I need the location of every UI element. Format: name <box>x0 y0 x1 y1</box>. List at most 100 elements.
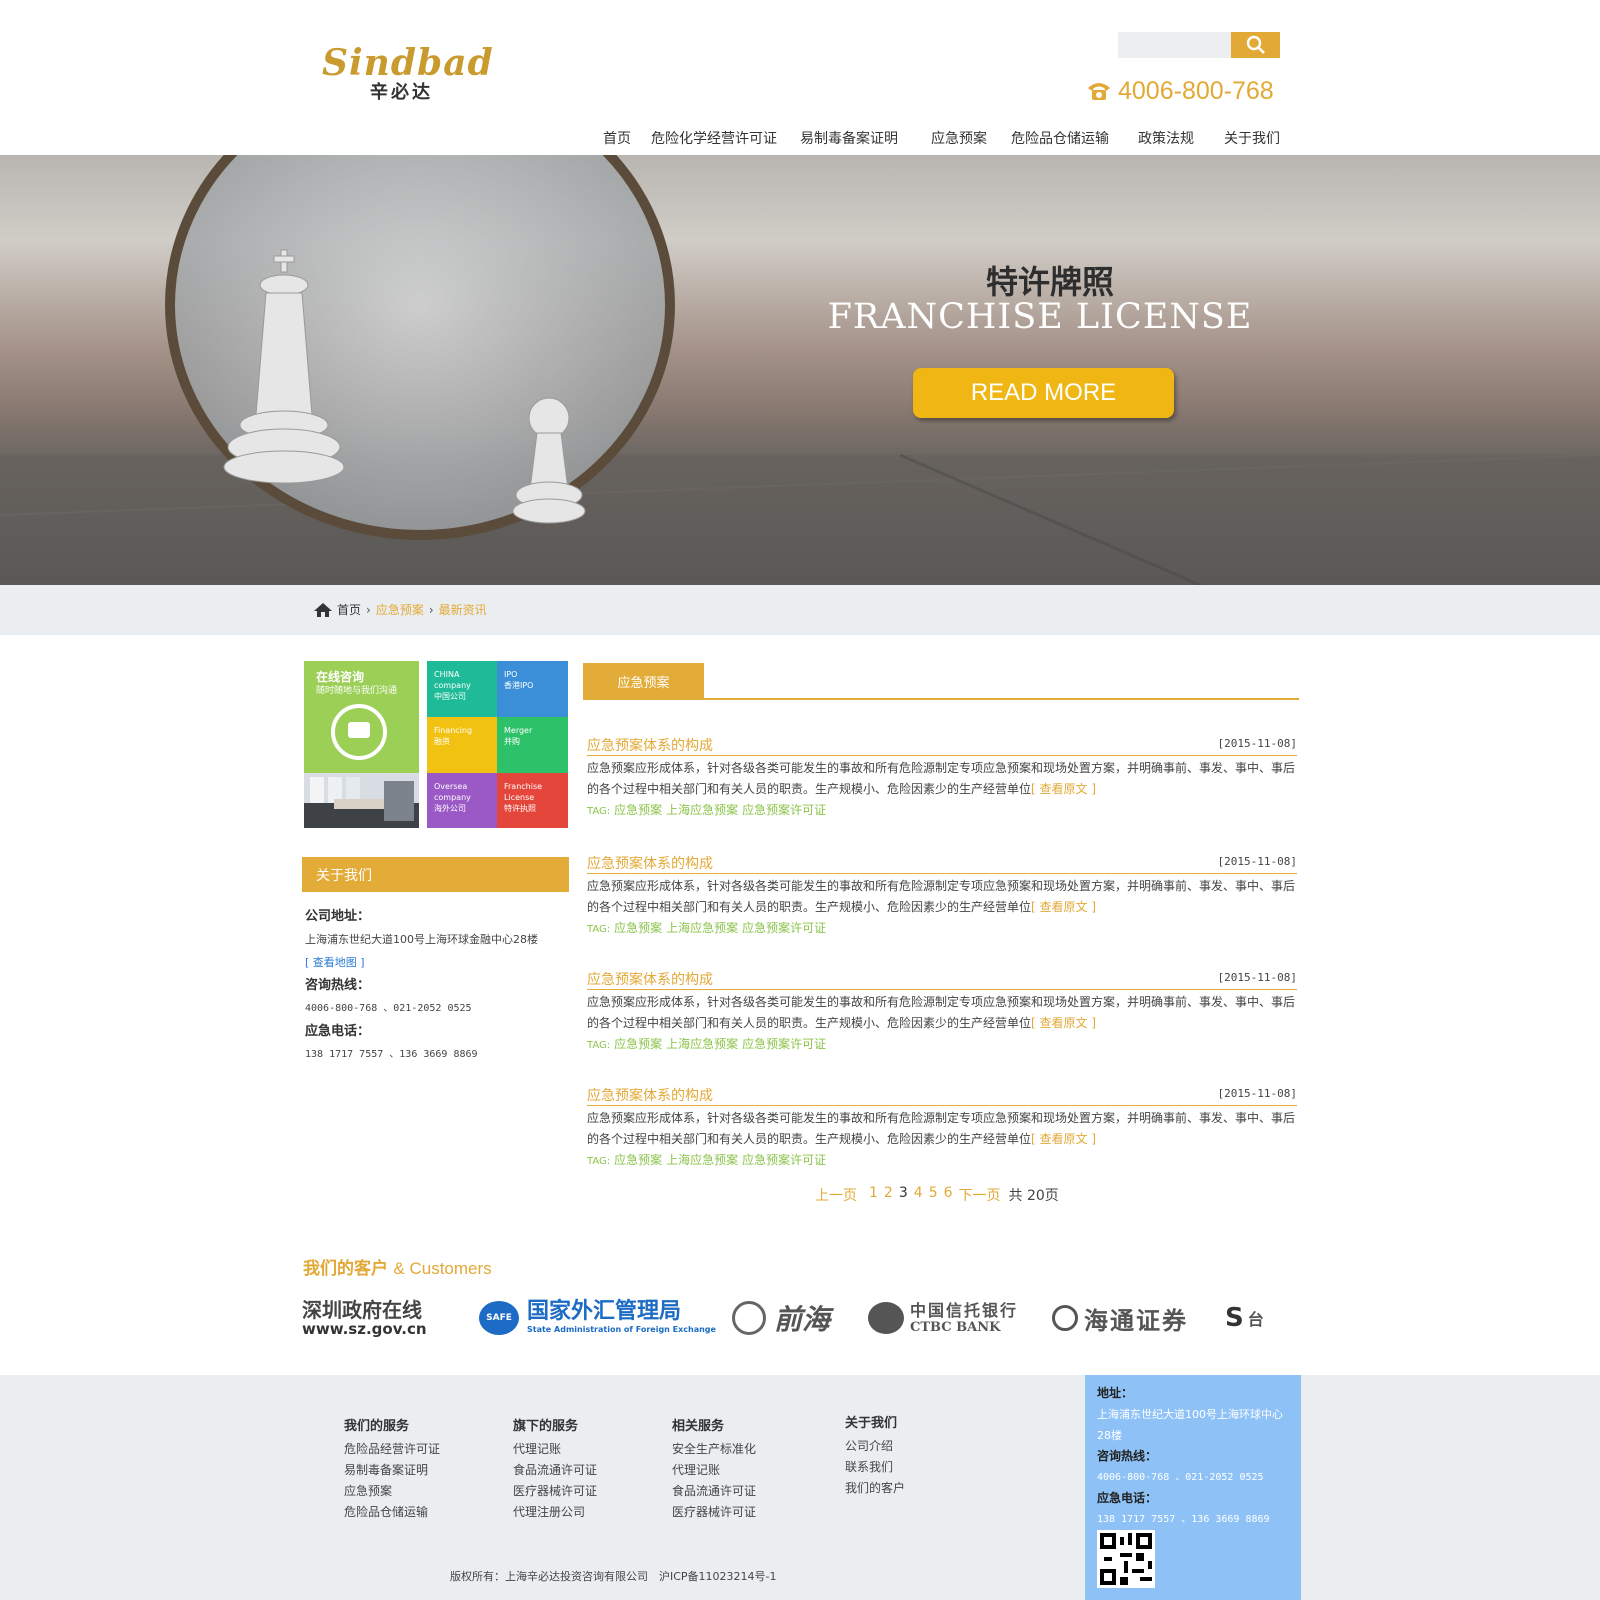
tag-link[interactable]: 上海应急预案 <box>666 803 738 817</box>
article-date: [2015-11-08] <box>1217 971 1297 984</box>
search-icon <box>1246 35 1265 54</box>
office-photo <box>304 773 419 828</box>
office-image <box>304 773 419 828</box>
nav-item-policy[interactable]: 政策法规 <box>1138 128 1194 148</box>
footer-link[interactable]: 医疗器械许可证 <box>672 1502 756 1523</box>
article-title[interactable]: 应急预案体系的构成 <box>587 969 713 989</box>
footer-link[interactable]: 食品流通许可证 <box>513 1460 597 1481</box>
nav-item-emergency-plan[interactable]: 应急预案 <box>931 128 987 148</box>
logo-shenzhen-gov[interactable]: 深圳政府在线 www.sz.gov.cn <box>302 1295 427 1341</box>
page-link[interactable]: 5 <box>929 1185 938 1205</box>
footer-link[interactable]: 危险品仓储运输 <box>344 1502 440 1523</box>
phone-number: 4006-800-768 <box>1118 76 1274 105</box>
chess-magnifier-illustration <box>0 155 1600 585</box>
read-more-button[interactable]: READ MORE <box>913 368 1174 418</box>
nav-item-about[interactable]: 关于我们 <box>1224 128 1280 148</box>
tag-link[interactable]: 应急预案许可证 <box>742 1037 826 1051</box>
nav-item-hazmat-storage[interactable]: 危险品仓储运输 <box>1011 128 1109 148</box>
footer-link[interactable]: 食品流通许可证 <box>672 1481 756 1502</box>
search-button[interactable] <box>1231 32 1280 58</box>
tile-label-en: Financing <box>434 726 473 735</box>
summary-text: 应急预案应形成体系，针对各级各类可能发生的事故和所有危险源制定专项应急预案和现场… <box>587 995 1296 1030</box>
logo-ctbc[interactable]: 中国信托银行 CTBC BANK <box>868 1295 1018 1341</box>
banner-title-en: FRANCHISE LICENSE <box>827 297 1253 337</box>
tag-link[interactable]: 上海应急预案 <box>666 1153 738 1167</box>
tile-merger[interactable]: Merger 并购 <box>497 717 568 773</box>
view-map-link[interactable]: [ 查看地图 ] <box>305 951 570 974</box>
search-input[interactable] <box>1118 32 1231 58</box>
hotline-label: 咨询热线： <box>305 978 371 993</box>
tag-link[interactable]: 应急预案许可证 <box>742 921 826 935</box>
logo-text: 中国信托银行 <box>910 1300 1019 1320</box>
consult-title: 在线咨询 <box>316 670 365 684</box>
footer-address: 上海浦东世纪大道100号上海环球中心28楼 <box>1097 1408 1283 1442</box>
page-link[interactable]: 4 <box>914 1185 923 1205</box>
footer-link[interactable]: 代理注册公司 <box>513 1502 597 1523</box>
tile-label-cn: 中国公司 <box>434 692 466 701</box>
tag-link[interactable]: 应急预案 <box>614 921 662 935</box>
footer-link[interactable]: 代理记账 <box>672 1460 756 1481</box>
nav-item-home[interactable]: 首页 <box>603 128 631 148</box>
summary-text: 应急预案应形成体系，针对各级各类可能发生的事故和所有危险源制定专项应急预案和现场… <box>587 761 1296 796</box>
tag-link[interactable]: 应急预案 <box>614 1037 662 1051</box>
article-title[interactable]: 应急预案体系的构成 <box>587 735 713 755</box>
page-link[interactable]: 1 <box>869 1185 878 1205</box>
footer-link[interactable]: 代理记账 <box>513 1439 597 1460</box>
footer-link[interactable]: 安全生产标准化 <box>672 1439 756 1460</box>
logo-text: 台 <box>1247 1310 1264 1329</box>
footer-link[interactable]: 危险品经营许可证 <box>344 1439 440 1460</box>
tag-link[interactable]: 应急预案许可证 <box>742 803 826 817</box>
view-original-link[interactable]: [ 查看原文 ] <box>1031 900 1096 914</box>
footer-link[interactable]: 医疗器械许可证 <box>513 1481 597 1502</box>
footer-link[interactable]: 公司介绍 <box>845 1436 905 1457</box>
tile-label-cn: 融资 <box>434 737 450 746</box>
page-link[interactable]: 6 <box>944 1185 953 1205</box>
view-original-link[interactable]: [ 查看原文 ] <box>1031 1016 1096 1030</box>
tag-link[interactable]: 上海应急预案 <box>666 921 738 935</box>
online-consult-tile[interactable]: 在线咨询 随时随地与我们沟通 <box>304 661 419 773</box>
logo-partial[interactable]: S 台 <box>1225 1295 1264 1341</box>
ctbc-emblem-icon <box>868 1302 904 1334</box>
breadcrumb: 首页 › 应急预案 › 最新资讯 <box>313 601 487 618</box>
tile-oversea-company[interactable]: Oversea company 海外公司 <box>427 773 497 828</box>
footer-link[interactable]: 应急预案 <box>344 1481 440 1502</box>
logo-qianhai[interactable]: 前海 <box>732 1295 830 1341</box>
article-title[interactable]: 应急预案体系的构成 <box>587 853 713 873</box>
logo-safe[interactable]: SAFE 国家外汇管理局 State Administration of For… <box>479 1295 716 1341</box>
divider <box>587 755 1297 756</box>
footer-hotline: 4006-800-768 、021-2052 0525 <box>1097 1472 1264 1483</box>
tile-china-company[interactable]: CHINA company 中国公司 <box>427 661 497 717</box>
logo-chinese: 辛必达 <box>370 82 433 103</box>
view-original-link[interactable]: [ 查看原文 ] <box>1031 1132 1096 1146</box>
tag-link[interactable]: 上海应急预案 <box>666 1037 738 1051</box>
tile-ipo[interactable]: IPO 香港IPO <box>497 661 568 717</box>
home-icon[interactable] <box>313 602 333 618</box>
footer-column-title: 我们的服务 <box>344 1419 410 1434</box>
footer-column-services: 我们的服务 危险品经营许可证 易制毒备案证明 应急预案 危险品仓储运输 <box>344 1416 440 1523</box>
logo-haitong[interactable]: 海通证券 <box>1052 1295 1188 1341</box>
page-link[interactable]: 2 <box>884 1185 893 1205</box>
article-title[interactable]: 应急预案体系的构成 <box>587 1085 713 1105</box>
consult-subtitle: 随时随地与我们沟通 <box>316 686 398 696</box>
footer-link[interactable]: 易制毒备案证明 <box>344 1460 440 1481</box>
article-tags: TAG: 应急预案 上海应急预案 应急预案许可证 <box>587 801 830 818</box>
next-page-link[interactable]: 下一页 <box>959 1185 1001 1205</box>
tag-link[interactable]: 应急预案许可证 <box>742 1153 826 1167</box>
footer-link[interactable]: 联系我们 <box>845 1457 905 1478</box>
tile-financing[interactable]: Financing 融资 <box>427 717 497 773</box>
view-original-link[interactable]: [ 查看原文 ] <box>1031 782 1096 796</box>
site-logo[interactable]: Sindbad 辛必达 <box>322 42 493 104</box>
breadcrumb-level1[interactable]: 应急预案 <box>376 601 424 618</box>
nav-item-precursor-filing[interactable]: 易制毒备案证明 <box>800 128 898 148</box>
copyright: 版权所有：上海辛必达投资咨询有限公司 沪ICP备11023214号-1 <box>450 1570 777 1583</box>
tab-emergency-plan[interactable]: 应急预案 <box>583 663 704 699</box>
tile-franchise-license[interactable]: Franchise License 特许执照 <box>497 773 568 828</box>
prev-page-link[interactable]: 上一页 <box>815 1185 857 1205</box>
breadcrumb-home[interactable]: 首页 <box>337 601 361 618</box>
emergency-text: 138 1717 7557 、136 3669 8869 <box>305 1049 478 1060</box>
tag-link[interactable]: 应急预案 <box>614 1153 662 1167</box>
nav-item-chemical-license[interactable]: 危险化学经营许可证 <box>651 128 777 148</box>
tag-link[interactable]: 应急预案 <box>614 803 662 817</box>
footer-link[interactable]: 我们的客户 <box>845 1478 905 1499</box>
article-date: [2015-11-08] <box>1217 1087 1297 1100</box>
